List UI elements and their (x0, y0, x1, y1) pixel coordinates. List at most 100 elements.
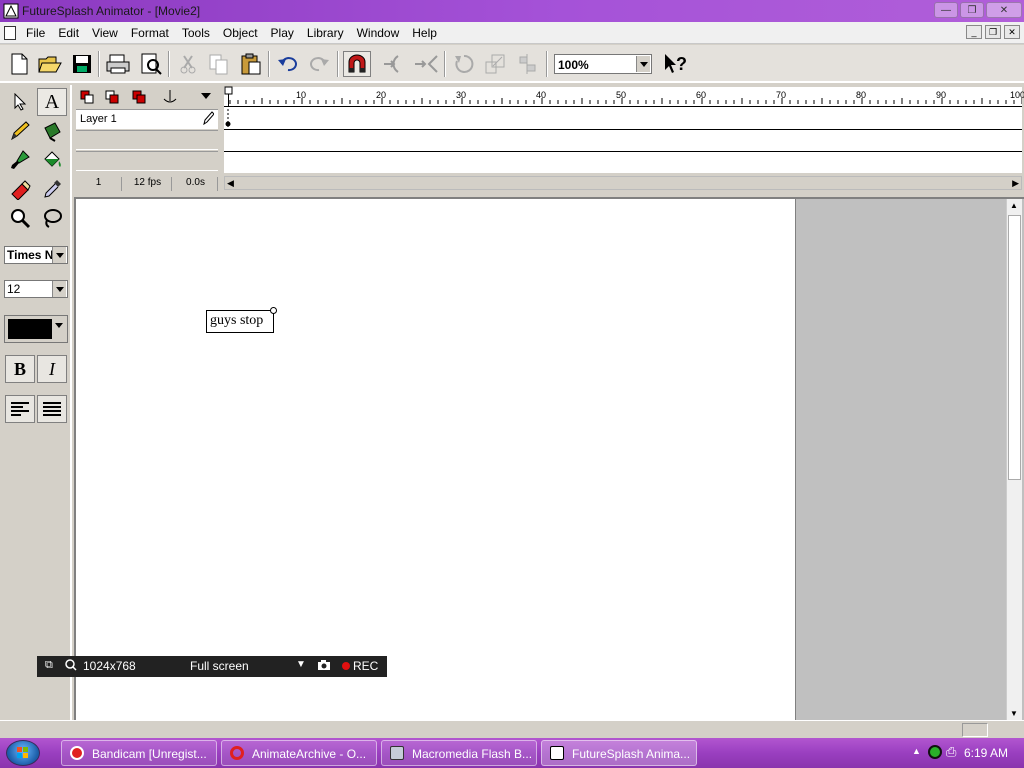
layer-row[interactable]: Layer 1 (76, 109, 218, 129)
doc-minimize-button[interactable]: _ (966, 25, 982, 39)
maximize-button[interactable]: ❐ (960, 2, 984, 18)
frame-ruler[interactable]: 10 20 30 40 50 60 70 80 90 100 (224, 87, 1024, 107)
recorder-mode[interactable]: Full screen (190, 659, 249, 673)
menu-library[interactable]: Library (307, 26, 344, 40)
print-preview-button[interactable] (137, 51, 165, 77)
bold-button[interactable]: B (5, 355, 35, 383)
dropper-tool[interactable] (37, 175, 67, 203)
justify-button[interactable] (37, 395, 67, 423)
eraser-tool[interactable] (5, 175, 35, 203)
chevron-down-icon[interactable] (636, 56, 650, 72)
timeline-panel: 10 20 30 40 50 60 70 80 90 100 Layer 1 1… (74, 85, 1024, 193)
brush-tool[interactable] (5, 146, 35, 174)
open-button[interactable] (36, 51, 64, 77)
lasso-tool[interactable] (37, 204, 67, 232)
minimize-button[interactable]: — (934, 2, 958, 18)
task-opera[interactable]: AnimateArchive - O... (221, 740, 377, 766)
zoom-select[interactable]: 100% (554, 54, 652, 74)
undo-button[interactable] (274, 51, 302, 77)
anchor-icon (163, 90, 177, 103)
stage-scrollbar[interactable]: ▲ ▼ (1006, 199, 1022, 720)
speaker-icon[interactable]: ⎙ (946, 744, 956, 760)
context-help-button[interactable]: ? (662, 51, 690, 77)
snap-button[interactable] (343, 51, 371, 77)
scroll-right-icon[interactable]: ▶ (1012, 178, 1019, 189)
rotate-button[interactable] (450, 51, 478, 77)
chevron-down-icon[interactable] (52, 247, 66, 263)
align-button[interactable] (513, 51, 541, 77)
doc-close-button[interactable]: ✕ (1004, 25, 1020, 39)
menu-edit[interactable]: Edit (58, 26, 79, 40)
scroll-up-icon[interactable]: ▲ (1010, 201, 1018, 210)
menu-file[interactable]: File (26, 26, 45, 40)
text-color-picker[interactable] (4, 315, 68, 343)
frame-grid[interactable] (224, 107, 1022, 173)
align-icon (519, 54, 536, 74)
paint-bucket-tool[interactable] (37, 146, 67, 174)
menu-help[interactable]: Help (412, 26, 437, 40)
ink-bottle-tool[interactable] (37, 117, 67, 145)
align-left-button[interactable] (5, 395, 35, 423)
menu-play[interactable]: Play (271, 26, 294, 40)
ruler-label-70: 70 (776, 90, 787, 100)
clock[interactable]: 6:19 AM (964, 746, 1008, 760)
italic-button[interactable]: I (37, 355, 67, 383)
start-button[interactable] (6, 740, 40, 766)
arrow-tool[interactable] (5, 88, 35, 116)
save-button[interactable] (68, 51, 96, 77)
paste-button[interactable] (237, 51, 265, 77)
record-button[interactable]: REC (353, 659, 378, 673)
document-icon[interactable] (4, 26, 16, 40)
scroll-left-icon[interactable]: ◀ (227, 178, 234, 189)
futuresplash-icon (550, 746, 564, 760)
show-hidden-icons-icon[interactable]: ▲ (912, 746, 921, 756)
stage-canvas[interactable]: guys stop (76, 199, 796, 720)
zoom-tool[interactable] (5, 204, 35, 232)
straighten-button[interactable] (412, 51, 440, 77)
task-label: Bandicam [Unregist... (92, 747, 207, 761)
scroll-thumb[interactable] (1008, 215, 1021, 480)
task-flash[interactable]: Macromedia Flash B... (381, 740, 537, 766)
smooth-button[interactable] (380, 51, 408, 77)
task-futuresplash[interactable]: FutureSplash Anima... (541, 740, 697, 766)
layer-name: Layer 1 (80, 113, 117, 125)
text-tool[interactable]: A (37, 88, 67, 116)
undo-icon (278, 57, 297, 72)
search-icon[interactable] (65, 659, 77, 674)
doc-restore-button[interactable]: ❐ (985, 25, 1001, 39)
font-select[interactable]: Times N (4, 246, 68, 264)
timeline-scrollbar[interactable]: ◀ ▶ (224, 176, 1022, 190)
camera-icon[interactable] (317, 659, 331, 674)
chevron-down-icon[interactable]: ▼ (296, 659, 306, 670)
redo-button[interactable] (305, 51, 333, 77)
open-folder-icon (38, 56, 62, 73)
text-field[interactable]: guys stop (206, 310, 274, 333)
network-status-icon[interactable] (928, 745, 942, 759)
chevron-down-icon[interactable] (52, 281, 66, 297)
cut-button[interactable] (174, 51, 202, 77)
menu-window[interactable]: Window (357, 26, 400, 40)
close-icon: ✕ (999, 4, 1009, 16)
record-dot-icon (341, 659, 351, 674)
chevron-down-icon[interactable] (52, 317, 66, 333)
text-resize-handle[interactable] (270, 307, 277, 314)
copy-button[interactable] (205, 51, 233, 77)
window-icon[interactable]: ⧉ (45, 659, 53, 672)
new-button[interactable] (5, 51, 33, 77)
keyframe-icon (225, 109, 231, 127)
close-button[interactable]: ✕ (986, 2, 1022, 18)
scroll-down-icon[interactable]: ▼ (1010, 709, 1018, 718)
pencil-icon[interactable] (202, 111, 215, 128)
ruler-label-60: 60 (696, 90, 707, 100)
menu-format[interactable]: Format (131, 26, 169, 40)
menu-view[interactable]: View (92, 26, 118, 40)
menu-tools[interactable]: Tools (182, 26, 210, 40)
print-button[interactable] (104, 51, 132, 77)
pencil-tool[interactable] (5, 117, 35, 145)
menu-object[interactable]: Object (223, 26, 258, 40)
scale-button[interactable] (481, 51, 509, 77)
playhead-icon[interactable] (224, 85, 236, 109)
font-size-select[interactable]: 12 (4, 280, 68, 298)
task-bandicam[interactable]: Bandicam [Unregist... (61, 740, 217, 766)
color-swatch (8, 319, 52, 339)
